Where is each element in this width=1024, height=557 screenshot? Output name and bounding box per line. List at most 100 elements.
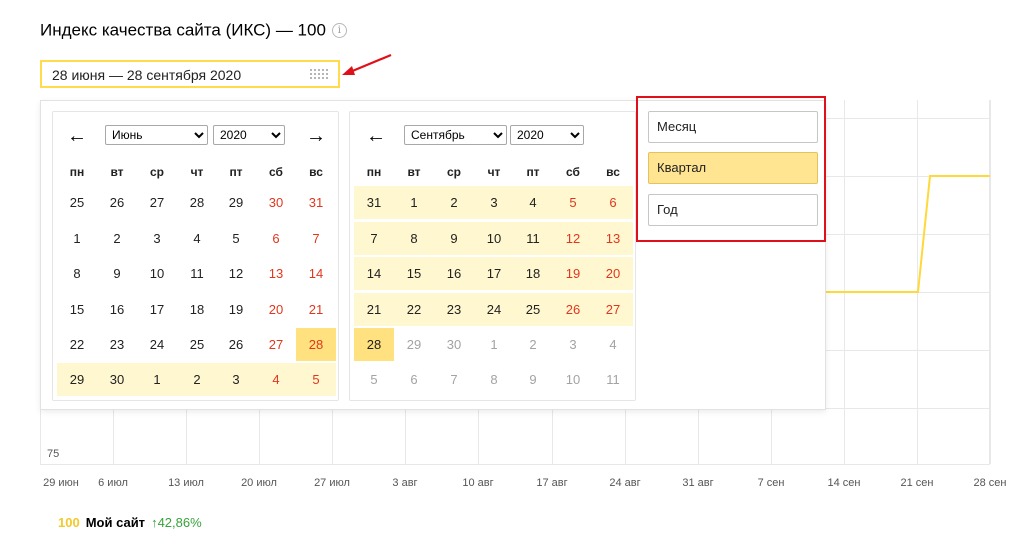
calendar-day[interactable]: 28 — [177, 186, 217, 219]
calendar-day[interactable]: 30 — [97, 363, 137, 396]
calendar-day[interactable]: 28 — [354, 328, 394, 361]
calendar-day[interactable]: 19 — [553, 257, 593, 290]
calendar-day[interactable]: 9 — [513, 363, 553, 396]
calendar-day[interactable]: 23 — [97, 328, 137, 361]
calendar-day[interactable]: 9 — [434, 222, 474, 255]
calendar-day[interactable]: 29 — [216, 186, 256, 219]
calendar-day[interactable]: 12 — [216, 257, 256, 290]
calendar-day[interactable]: 4 — [256, 363, 296, 396]
calendar-day[interactable]: 22 — [394, 293, 434, 326]
calendar-day[interactable]: 13 — [593, 222, 633, 255]
calendar-day[interactable]: 8 — [57, 257, 97, 290]
calendar-day[interactable]: 11 — [593, 363, 633, 396]
calendar-day[interactable]: 3 — [553, 328, 593, 361]
calendar-day[interactable]: 2 — [97, 222, 137, 255]
calendar-day[interactable]: 27 — [137, 186, 177, 219]
prev-month-button[interactable]: ← — [366, 126, 386, 146]
calendar-day[interactable]: 6 — [256, 222, 296, 255]
calendar-day[interactable]: 18 — [177, 293, 217, 326]
calendar-day[interactable]: 26 — [97, 186, 137, 219]
calendar-day[interactable]: 20 — [593, 257, 633, 290]
calendar-day[interactable]: 3 — [216, 363, 256, 396]
calendar-day[interactable]: 15 — [57, 293, 97, 326]
calendar-day[interactable]: 10 — [553, 363, 593, 396]
calendar-day[interactable]: 11 — [513, 222, 553, 255]
calendar-day[interactable]: 31 — [296, 186, 336, 219]
month-select[interactable]: Сентябрь — [404, 125, 507, 145]
calendar-grid-icon[interactable] — [310, 69, 328, 81]
next-month-button[interactable]: → — [306, 126, 326, 146]
calendar-day[interactable]: 8 — [394, 222, 434, 255]
calendar-day[interactable]: 19 — [216, 293, 256, 326]
calendar-day[interactable]: 2 — [434, 186, 474, 219]
calendar-day[interactable]: 27 — [593, 293, 633, 326]
calendar-day[interactable]: 4 — [513, 186, 553, 219]
period-month-button[interactable]: Месяц — [648, 111, 818, 143]
calendar-day[interactable]: 21 — [354, 293, 394, 326]
calendar-day[interactable]: 11 — [177, 257, 217, 290]
date-range-input[interactable]: 28 июня — 28 сентября 2020 — [40, 60, 340, 88]
calendar-day[interactable]: 6 — [394, 363, 434, 396]
calendar-day[interactable]: 7 — [296, 222, 336, 255]
calendar-day[interactable]: 25 — [57, 186, 97, 219]
calendar-day[interactable]: 9 — [97, 257, 137, 290]
calendar-day[interactable]: 18 — [513, 257, 553, 290]
calendar-day[interactable]: 28 — [296, 328, 336, 361]
calendar-day[interactable]: 17 — [474, 257, 514, 290]
info-icon[interactable]: i — [331, 23, 347, 39]
calendar-day[interactable]: 8 — [474, 363, 514, 396]
calendar-day[interactable]: 5 — [296, 363, 336, 396]
period-quarter-button[interactable]: Квартал — [648, 152, 818, 184]
calendar-day[interactable]: 10 — [474, 222, 514, 255]
calendar-day[interactable]: 13 — [256, 257, 296, 290]
legend-site-name[interactable]: Мой сайт — [86, 515, 145, 530]
calendar-day[interactable]: 7 — [434, 363, 474, 396]
calendar-september: ← Сентябрь 2020 пн вт ср чт пт сб вс 31 1 2 3 4 5 6 7 8… — [349, 111, 636, 401]
calendar-day[interactable]: 27 — [256, 328, 296, 361]
calendar-day[interactable]: 14 — [296, 257, 336, 290]
calendar-day[interactable]: 17 — [137, 293, 177, 326]
calendar-day[interactable]: 12 — [553, 222, 593, 255]
calendar-day[interactable]: 2 — [177, 363, 217, 396]
calendar-day[interactable]: 29 — [394, 328, 434, 361]
calendar-day[interactable]: 3 — [137, 222, 177, 255]
year-select[interactable]: 2020 — [213, 125, 285, 145]
calendar-day[interactable]: 26 — [216, 328, 256, 361]
calendar-day[interactable]: 25 — [513, 293, 553, 326]
calendar-day[interactable]: 1 — [57, 222, 97, 255]
calendar-day[interactable]: 6 — [593, 186, 633, 219]
month-select[interactable]: Июнь — [105, 125, 208, 145]
calendar-day[interactable]: 23 — [434, 293, 474, 326]
calendar-day[interactable]: 5 — [553, 186, 593, 219]
calendar-day[interactable]: 26 — [553, 293, 593, 326]
calendar-day[interactable]: 1 — [137, 363, 177, 396]
calendar-day[interactable]: 4 — [593, 328, 633, 361]
calendar-day[interactable]: 5 — [216, 222, 256, 255]
calendar-day[interactable]: 1 — [394, 186, 434, 219]
calendar-day[interactable]: 14 — [354, 257, 394, 290]
calendar-day[interactable]: 1 — [474, 328, 514, 361]
calendar-day[interactable]: 25 — [177, 328, 217, 361]
calendar-day[interactable]: 21 — [296, 293, 336, 326]
calendar-june: ← Июнь 2020 → пн вт ср чт пт сб вс 25 26 27 28 29 30… — [52, 111, 339, 401]
calendar-day[interactable]: 20 — [256, 293, 296, 326]
calendar-day[interactable]: 16 — [97, 293, 137, 326]
calendar-day[interactable]: 4 — [177, 222, 217, 255]
calendar-day[interactable]: 10 — [137, 257, 177, 290]
calendar-day[interactable]: 5 — [354, 363, 394, 396]
prev-month-button[interactable]: ← — [67, 126, 87, 146]
year-select[interactable]: 2020 — [510, 125, 584, 145]
period-year-button[interactable]: Год — [648, 194, 818, 226]
calendar-day[interactable]: 30 — [256, 186, 296, 219]
calendar-day[interactable]: 2 — [513, 328, 553, 361]
calendar-day[interactable]: 30 — [434, 328, 474, 361]
calendar-day[interactable]: 7 — [354, 222, 394, 255]
calendar-day[interactable]: 29 — [57, 363, 97, 396]
calendar-day[interactable]: 16 — [434, 257, 474, 290]
calendar-day[interactable]: 24 — [474, 293, 514, 326]
calendar-day[interactable]: 22 — [57, 328, 97, 361]
calendar-day[interactable]: 15 — [394, 257, 434, 290]
calendar-day[interactable]: 31 — [354, 186, 394, 219]
calendar-day[interactable]: 3 — [474, 186, 514, 219]
calendar-day[interactable]: 24 — [137, 328, 177, 361]
